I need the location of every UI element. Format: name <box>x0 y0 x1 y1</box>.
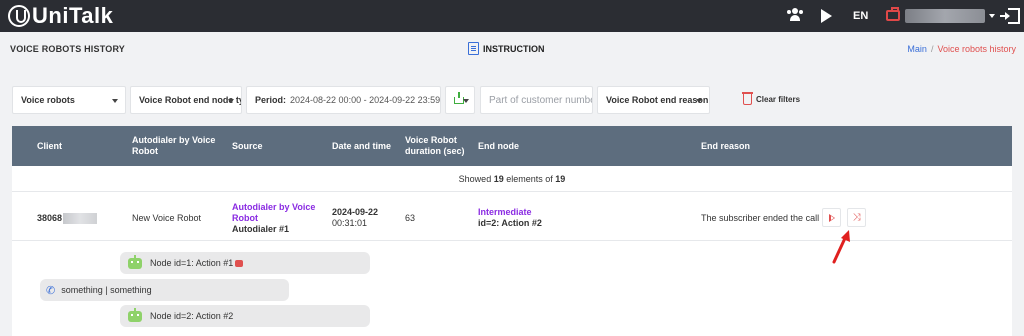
instruction-label: INSTRUCTION <box>483 43 545 54</box>
source-cell: Autodialer by Voice Robot Autodialer #1 <box>232 202 322 235</box>
shuffle-icon: ⤨ <box>852 211 861 223</box>
call-date: 2024-09-22 <box>332 207 379 217</box>
call-time: 00:31:01 <box>332 218 368 228</box>
datetime-cell: 2024-09-22 00:31:01 <box>332 207 378 229</box>
play-recording-button[interactable] <box>822 208 841 227</box>
export-button[interactable] <box>445 86 475 114</box>
results-summary: Showed 19 elements of 19 <box>12 166 1012 192</box>
customer-number-input[interactable]: Part of customer number <box>480 86 593 114</box>
robot-message-text: Node id=2: Action #2 <box>150 311 234 321</box>
breadcrumb: Main / Voice robots history <box>907 44 1016 54</box>
column-header-end-reason[interactable]: End reason <box>701 126 821 166</box>
emoji-icon <box>235 259 244 267</box>
shuffle-button[interactable]: ⤨ <box>847 208 866 227</box>
robot-message-text: Node id=1: Action #1 <box>150 258 234 268</box>
instruction-link[interactable]: INSTRUCTION <box>468 42 545 55</box>
duration-cell: 63 <box>405 213 416 223</box>
client-cell: 38068 <box>37 213 98 225</box>
client-number: 38068 <box>37 213 63 223</box>
trash-icon <box>742 92 753 105</box>
chevron-down-icon <box>696 99 702 103</box>
account-name-redacted[interactable] <box>905 9 985 23</box>
logo-mark-icon <box>8 5 30 27</box>
robot-icon <box>128 307 142 322</box>
robot-icon <box>128 254 142 269</box>
period-value: 2024-08-22 00:00 - 2024-09-22 23:59 <box>290 95 441 105</box>
summary-total: 19 <box>555 173 566 184</box>
logout-icon[interactable] <box>1000 8 1020 24</box>
robot-message: Node id=1: Action #1 <box>120 252 370 274</box>
language-selector[interactable]: EN <box>853 10 868 22</box>
end-node-type-select-label: Voice Robot end node ty <box>139 95 242 105</box>
phone-icon: ✆ <box>46 284 56 297</box>
page-title: VOICE ROBOTS HISTORY <box>10 44 126 54</box>
summary-middle: elements of <box>506 173 553 184</box>
play-icon <box>828 213 835 222</box>
end-reason-cell: The subscriber ended the call <box>701 213 820 223</box>
customer-message: ✆ something | something <box>40 279 289 301</box>
end-node-type-select[interactable]: Voice Robot end node ty <box>130 86 242 114</box>
column-header-source[interactable]: Source <box>232 126 322 166</box>
top-bar: UniTalk EN <box>0 0 1024 32</box>
customer-message-text: something | something <box>61 285 152 295</box>
source-type-link[interactable]: Autodialer by Voice Robot <box>232 202 322 224</box>
breadcrumb-current: Voice robots history <box>937 44 1016 54</box>
table-header: Client Autodialer by Voice Robot Source … <box>12 126 1012 166</box>
chevron-down-icon <box>228 99 234 103</box>
end-node-type[interactable]: Intermediate <box>478 207 542 218</box>
end-node-cell: Intermediate id=2: Action #2 <box>478 207 542 229</box>
voice-robots-select-label: Voice robots <box>21 95 75 105</box>
column-header-datetime[interactable]: Date and time <box>332 126 402 166</box>
chevron-down-icon <box>463 99 469 103</box>
play-icon[interactable] <box>821 9 832 23</box>
autodialer-cell: New Voice Robot <box>132 213 202 223</box>
clear-filters-label: Clear filters <box>756 95 801 104</box>
brand-name: UniTalk <box>32 3 114 28</box>
column-header-autodialer[interactable]: Autodialer by Voice Robot <box>132 126 222 166</box>
document-icon <box>468 42 479 55</box>
voice-robots-select[interactable]: Voice robots <box>12 86 126 114</box>
breadcrumb-main-link[interactable]: Main <box>907 44 927 54</box>
column-header-duration[interactable]: Voice Robot duration (sec) <box>405 126 475 166</box>
end-reason-select-label: Voice Robot end reason <box>606 95 709 105</box>
period-label: Period: <box>255 95 287 105</box>
briefcase-icon[interactable] <box>886 7 900 21</box>
summary-prefix: Showed <box>458 173 492 184</box>
chevron-down-icon[interactable] <box>989 14 995 18</box>
annotation-arrow-icon <box>832 230 850 264</box>
end-reason-select[interactable]: Voice Robot end reason <box>597 86 710 114</box>
customer-number-placeholder: Part of customer number <box>489 94 593 106</box>
chevron-down-icon <box>112 99 118 103</box>
brand-logo[interactable]: UniTalk <box>8 3 114 28</box>
end-node-name: id=2: Action #2 <box>478 218 542 228</box>
robot-message: Node id=2: Action #2 <box>120 305 370 327</box>
summary-count: 19 <box>493 173 504 184</box>
users-icon[interactable] <box>787 8 803 22</box>
source-name: Autodialer #1 <box>232 224 290 234</box>
breadcrumb-separator: / <box>930 44 934 54</box>
client-number-redacted <box>63 213 98 225</box>
column-header-client[interactable]: Client <box>37 126 117 166</box>
period-picker[interactable]: Period: 2024-08-22 00:00 - 2024-09-22 23… <box>246 86 441 114</box>
column-header-end-node[interactable]: End node <box>478 126 598 166</box>
clear-filters-button[interactable]: Clear filters <box>742 92 801 105</box>
